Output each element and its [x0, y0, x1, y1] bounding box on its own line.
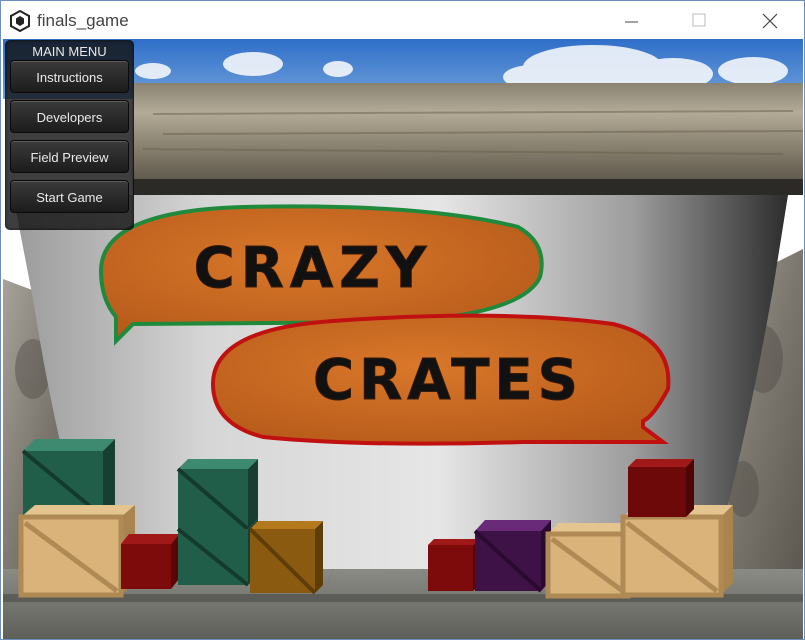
developers-button[interactable]: Developers	[10, 100, 129, 133]
main-menu-title: MAIN MENU	[32, 44, 107, 59]
start-game-button[interactable]: Start Game	[10, 180, 129, 213]
main-menu-panel: MAIN MENU Instructions Developers Field …	[5, 40, 134, 230]
crates-bubble: CRATES	[210, 313, 671, 446]
title-bar: finals_game	[1, 1, 804, 39]
game-viewport[interactable]: CRAZY CRATES MAIN MENU Instructions Deve…	[3, 39, 803, 639]
sign-word-crates: CRATES	[313, 348, 583, 413]
minimize-icon[interactable]	[609, 1, 655, 39]
unity-logo-icon	[10, 10, 30, 32]
instructions-button[interactable]: Instructions	[10, 60, 129, 93]
game-window: finals_game CRAZY CRATES MAIN MENU Instr…	[0, 0, 805, 640]
field-preview-button[interactable]: Field Preview	[10, 140, 129, 173]
window-title: finals_game	[37, 11, 129, 30]
maximize-icon[interactable]	[676, 1, 722, 39]
close-icon[interactable]	[746, 1, 792, 39]
sign-word-crazy: CRAZY	[194, 236, 433, 301]
